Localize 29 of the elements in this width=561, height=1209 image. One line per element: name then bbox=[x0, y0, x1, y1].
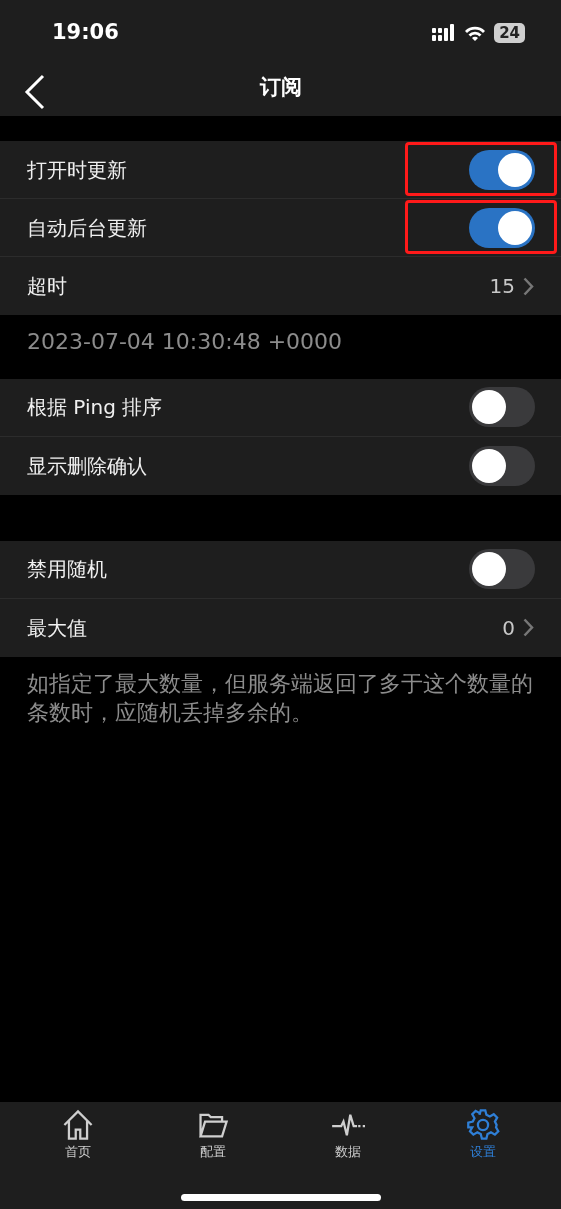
row-label: 显示删除确认 bbox=[27, 452, 147, 480]
section-footer-text: 如指定了最大数量，但服务端返回了多于这个数量的条数时，应随机丢掉多余的。 bbox=[26, 669, 534, 728]
tab-bar-item[interactable]: 配置 bbox=[172, 1108, 253, 1162]
chevron-icon bbox=[523, 276, 534, 296]
toggle-switch[interactable] bbox=[469, 207, 535, 248]
tab-bar-item[interactable]: 设置 bbox=[443, 1108, 524, 1162]
toggle-switch[interactable] bbox=[469, 549, 535, 590]
row-label: 打开时更新 bbox=[27, 156, 127, 184]
chevron-icon bbox=[523, 618, 534, 638]
settings-icon bbox=[466, 1108, 501, 1142]
row-label: 禁用随机 bbox=[27, 556, 107, 584]
status-time: 19:06 bbox=[52, 19, 119, 47]
wifi-icon bbox=[464, 24, 487, 42]
section-footer-text: 2023-07-04 10:30:48 +0000 bbox=[26, 328, 344, 356]
nav-title: 订阅 bbox=[259, 74, 302, 102]
tab-bar-item[interactable]: 首页 bbox=[37, 1108, 118, 1162]
row-label: 最大值 bbox=[27, 614, 87, 642]
row-label: 超时 bbox=[27, 273, 67, 300]
row-value: 0 bbox=[502, 614, 515, 642]
toggle-switch[interactable] bbox=[469, 445, 535, 486]
row-label: 自动后台更新 bbox=[27, 214, 147, 242]
back-button[interactable] bbox=[24, 74, 46, 110]
toggle-switch[interactable] bbox=[469, 387, 535, 428]
battery-icon: 24 bbox=[494, 23, 525, 43]
row-label: 根据 Ping 排序 bbox=[27, 394, 163, 422]
row-value: 15 bbox=[489, 273, 515, 300]
signal-icon bbox=[432, 24, 457, 42]
toggle-switch[interactable] bbox=[469, 149, 535, 190]
tab-bar-item[interactable]: 数据 bbox=[308, 1108, 389, 1162]
